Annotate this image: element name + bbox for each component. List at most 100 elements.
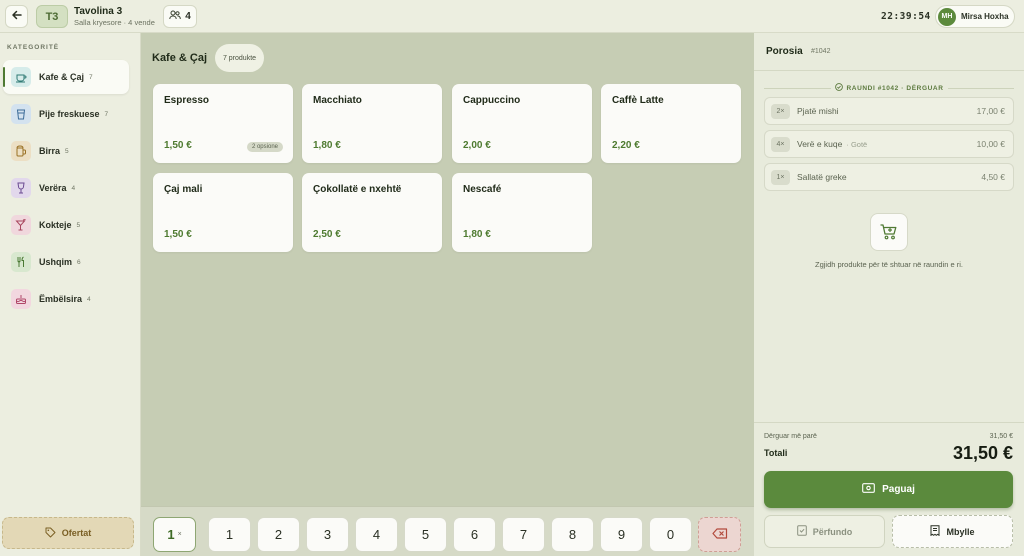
category-kokteje[interactable]: Kokteje 5 [3, 208, 129, 242]
close-button[interactable]: Mbylle [892, 515, 1013, 548]
total-label: Totali [764, 448, 788, 458]
item-price: 4,50 € [981, 172, 1005, 182]
category-label: Birra [39, 146, 61, 156]
item-name: Pjatë mishi [797, 106, 839, 116]
order-item[interactable]: 4× Verë e kuqe · Gotë 10,00 € [764, 130, 1014, 158]
user-menu[interactable]: MH Mirsa Hoxha [935, 5, 1015, 28]
tag-icon [45, 527, 56, 540]
category-label: Ëmbëlsira [39, 294, 83, 304]
product-card-macchiato[interactable]: Macchiato 1,80 € [302, 84, 442, 163]
quantity-keypad: 1 × 1 2 3 4 5 6 7 8 9 0 [141, 506, 754, 556]
multiplier-suffix: × [177, 531, 182, 538]
clock: 22:39:54 [881, 11, 931, 22]
backspace-icon [711, 527, 728, 542]
round-divider: RAUNDI #1042 · DËRGUAR [764, 83, 1014, 93]
back-button[interactable] [5, 5, 28, 28]
multiplier-key[interactable]: 1 × [153, 517, 196, 552]
top-bar: T3 Tavolina 3 Salla kryesore · 4 vende 4… [0, 0, 1024, 33]
category-label: Kokteje [39, 220, 72, 230]
product-price: 2,50 € [313, 229, 341, 240]
key-2[interactable]: 2 [257, 517, 300, 552]
order-panel: Porosia #1042 RAUNDI #1042 · DËRGUAR 2× … [754, 33, 1024, 556]
category-pije-freskuese[interactable]: Pije freskuese 7 [3, 97, 129, 131]
product-card-cokollate[interactable]: Çokollatë e nxehtë 2,50 € [302, 173, 442, 252]
product-area: Kafe & Çaj 7 produkte Espresso 1,50 € 2 … [141, 33, 754, 556]
category-embelsira[interactable]: Ëmbëlsira 4 [3, 282, 129, 316]
product-card-nescafe[interactable]: Nescafé 1,80 € [452, 173, 592, 252]
category-kafe-caj[interactable]: Kafe & Çaj 7 [3, 60, 129, 94]
table-badge: T3 [36, 5, 68, 28]
receipt-icon [930, 525, 940, 538]
arrow-left-icon [11, 9, 23, 24]
category-verera[interactable]: Verëra 4 [3, 171, 129, 205]
table-subtitle: Salla kryesore · 4 vende [74, 18, 155, 27]
avatar: MH [938, 7, 956, 26]
users-icon [169, 10, 182, 23]
order-item[interactable]: 2× Pjatë mishi 17,00 € [764, 97, 1014, 125]
product-card-espresso[interactable]: Espresso 1,50 € 2 opsione [153, 84, 293, 163]
category-sidebar: KATEGORITË Kafe & Çaj 7 Pije freskuese 7… [0, 33, 141, 556]
category-count: 7 [89, 73, 93, 81]
guests-button[interactable]: 4 [163, 5, 197, 28]
sidebar-title: KATEGORITË [7, 44, 60, 51]
product-name: Cappuccino [463, 95, 521, 106]
pay-button[interactable]: Paguaj [764, 471, 1013, 508]
product-price: 2,20 € [612, 140, 640, 151]
product-name: Espresso [164, 95, 210, 106]
cake-icon [11, 289, 31, 309]
item-note: · Gotë [846, 139, 868, 149]
key-3[interactable]: 3 [306, 517, 349, 552]
wine-icon [11, 178, 31, 198]
category-label: Pije freskuese [39, 109, 100, 119]
multiplier-value: 1 [167, 527, 175, 542]
category-birra[interactable]: Birra 5 [3, 134, 129, 168]
product-name: Çokollatë e nxehtë [313, 184, 402, 195]
item-name: Verë e kuqe [797, 139, 843, 149]
product-card-caffe-latte[interactable]: Caffè Latte 2,20 € [601, 84, 741, 163]
product-price: 1,50 € [164, 229, 192, 240]
product-count-badge: 7 produkte [215, 44, 264, 72]
category-count: 4 [71, 184, 76, 192]
user-name: Mirsa Hoxha [961, 12, 1009, 21]
section-title: Kafe & Çaj [152, 52, 208, 64]
key-7[interactable]: 7 [502, 517, 545, 552]
key-0[interactable]: 0 [649, 517, 692, 552]
product-name: Çaj mali [164, 184, 203, 195]
category-count: 6 [77, 258, 81, 266]
close-label: Mbylle [946, 526, 975, 537]
product-card-cappuccino[interactable]: Cappuccino 2,00 € [452, 84, 592, 163]
item-qty: 4× [771, 136, 790, 152]
pay-label: Paguaj [882, 484, 915, 495]
order-title: Porosia [766, 46, 803, 57]
category-count: 4 [87, 295, 91, 303]
sent-value: 31,50 € [989, 433, 1013, 440]
item-name: Sallatë greke [797, 172, 847, 182]
key-4[interactable]: 4 [355, 517, 398, 552]
key-5[interactable]: 5 [404, 517, 447, 552]
beer-icon [11, 141, 31, 161]
total-value: 31,50 € [952, 443, 1013, 463]
finish-label: Përfundo [812, 526, 853, 537]
cocktail-icon [11, 215, 31, 235]
backspace-key[interactable] [698, 517, 741, 552]
empty-hint: Zgjidh produkte për të shtuar në raundin… [814, 260, 963, 269]
sent-label: Dërguar më parë [764, 433, 817, 440]
product-price: 1,50 € [164, 140, 192, 151]
product-card-caj-mali[interactable]: Çaj mali 1,50 € [153, 173, 293, 252]
product-name: Nescafé [463, 184, 502, 195]
table-name: Tavolina 3 [74, 6, 123, 17]
guests-count: 4 [185, 11, 191, 22]
product-name: Macchiato [313, 95, 362, 106]
category-count: 5 [76, 221, 81, 229]
finish-button[interactable]: Përfundo [764, 515, 885, 548]
options-badge: 2 opsione [246, 142, 283, 152]
key-9[interactable]: 9 [600, 517, 643, 552]
key-1[interactable]: 1 [208, 517, 251, 552]
offers-button[interactable]: Ofertat [2, 517, 134, 549]
key-8[interactable]: 8 [551, 517, 594, 552]
coffee-icon [11, 67, 31, 87]
key-6[interactable]: 6 [453, 517, 496, 552]
category-ushqim[interactable]: Ushqim 6 [3, 245, 129, 279]
item-price: 17,00 € [976, 106, 1005, 116]
order-item[interactable]: 1× Sallatë greke 4,50 € [764, 163, 1014, 191]
